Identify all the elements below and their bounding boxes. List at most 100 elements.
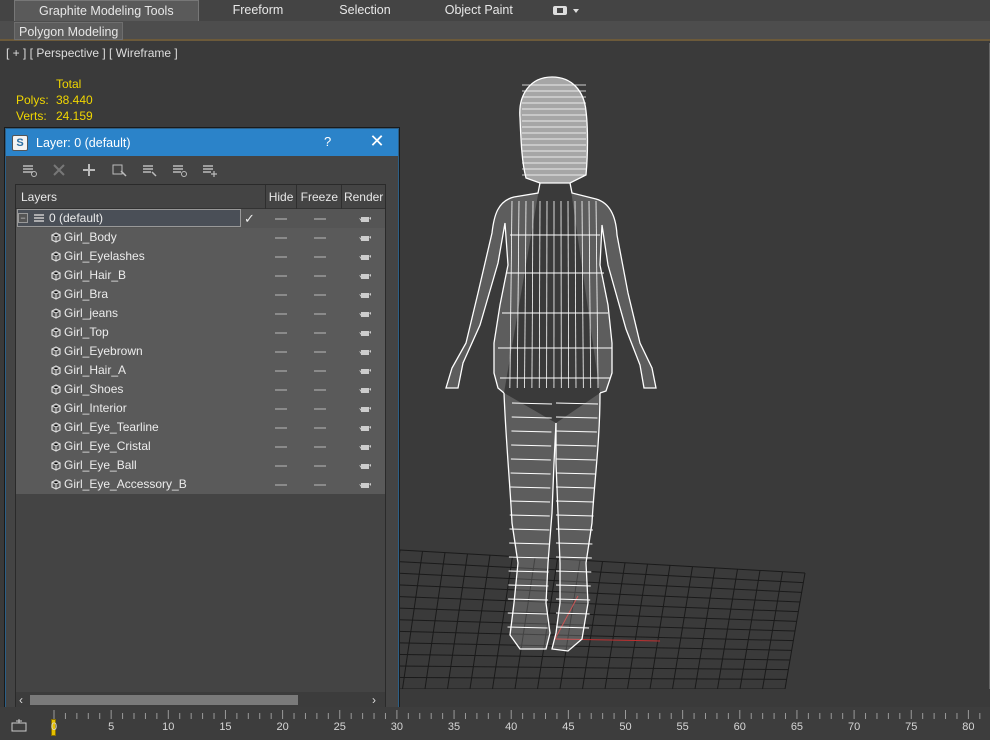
tab-selection[interactable]: Selection bbox=[325, 0, 404, 21]
render-teapot-icon[interactable] bbox=[359, 403, 372, 414]
scroll-right-arrow-icon[interactable]: › bbox=[372, 693, 376, 707]
highlight-layer-button[interactable] bbox=[136, 159, 162, 181]
render-teapot-icon[interactable] bbox=[359, 308, 372, 319]
freeze-toggle[interactable] bbox=[314, 313, 326, 315]
render-teapot-icon[interactable] bbox=[359, 422, 372, 433]
home-grid bbox=[379, 549, 806, 689]
column-layers[interactable]: Layers bbox=[16, 185, 266, 209]
viewport-label-menu[interactable]: [ + ] [ Perspective ] [ Wireframe ] bbox=[6, 46, 178, 60]
freeze-unfreeze-all-button[interactable] bbox=[196, 159, 222, 181]
add-to-layer-button[interactable] bbox=[76, 159, 102, 181]
render-teapot-icon[interactable] bbox=[359, 460, 372, 471]
hide-toggle[interactable] bbox=[275, 256, 287, 258]
tab-graphite-modeling-tools[interactable]: Graphite Modeling Tools bbox=[14, 0, 199, 21]
dialog-titlebar[interactable]: S Layer: 0 (default) ? ✕ bbox=[6, 129, 398, 156]
layer-object-row[interactable]: Girl_Eyelashes bbox=[16, 247, 385, 266]
hide-toggle[interactable] bbox=[275, 332, 287, 334]
timeline-track-bar[interactable]: 0 5 10 15 20 25 30 35 40 45 50 55 60 65 70 75 80 bbox=[0, 707, 990, 740]
render-teapot-icon[interactable] bbox=[359, 270, 372, 281]
freeze-toggle[interactable] bbox=[314, 465, 326, 467]
layer-name: 0 (default) bbox=[49, 211, 104, 225]
column-render[interactable]: Render bbox=[342, 185, 385, 209]
render-teapot-icon[interactable] bbox=[359, 365, 372, 376]
layer-object-row[interactable]: Girl_Eye_Ball bbox=[16, 456, 385, 475]
render-teapot-icon[interactable] bbox=[359, 213, 372, 224]
object-box-icon bbox=[51, 308, 61, 319]
freeze-toggle[interactable] bbox=[314, 408, 326, 410]
layer-object-row[interactable]: Girl_Shoes bbox=[16, 380, 385, 399]
polys-value: 38.440 bbox=[56, 93, 93, 107]
scrollbar-thumb[interactable] bbox=[30, 695, 298, 705]
collapse-toggle-icon[interactable]: − bbox=[18, 213, 28, 223]
render-teapot-icon[interactable] bbox=[359, 289, 372, 300]
hide-toggle[interactable] bbox=[275, 484, 287, 486]
hide-toggle[interactable] bbox=[275, 427, 287, 429]
hide-toggle[interactable] bbox=[275, 446, 287, 448]
hide-toggle[interactable] bbox=[275, 389, 287, 391]
freeze-toggle[interactable] bbox=[314, 446, 326, 448]
freeze-toggle[interactable] bbox=[314, 351, 326, 353]
select-objects-in-layer-button[interactable] bbox=[106, 159, 132, 181]
hide-toggle[interactable] bbox=[275, 313, 287, 315]
close-button[interactable]: ✕ bbox=[366, 131, 388, 151]
layer-object-row[interactable]: Girl_Bra bbox=[16, 285, 385, 304]
object-name: Girl_Shoes bbox=[64, 382, 124, 396]
tab-freeform[interactable]: Freeform bbox=[219, 0, 298, 21]
render-teapot-icon[interactable] bbox=[359, 327, 372, 338]
hide-toggle[interactable] bbox=[275, 237, 287, 239]
horizontal-scrollbar[interactable]: ‹ › bbox=[16, 692, 385, 708]
hide-unhide-all-button[interactable] bbox=[166, 159, 192, 181]
torso-vertical-edge bbox=[538, 200, 541, 389]
delete-layer-button[interactable] bbox=[46, 159, 72, 181]
current-layer-check-icon[interactable]: ✓ bbox=[244, 209, 255, 228]
render-teapot-icon[interactable] bbox=[359, 232, 372, 243]
layer-object-row[interactable]: Girl_Interior bbox=[16, 399, 385, 418]
help-button[interactable]: ? bbox=[324, 134, 331, 149]
polygon-modeling-button[interactable]: Polygon Modeling bbox=[14, 22, 124, 40]
freeze-toggle[interactable] bbox=[314, 218, 326, 220]
column-freeze[interactable]: Freeze bbox=[297, 185, 343, 209]
ribbon-options-dropdown[interactable] bbox=[552, 6, 579, 15]
layer-select-button[interactable] bbox=[16, 159, 42, 181]
layer-object-row[interactable]: Girl_jeans bbox=[16, 304, 385, 323]
layer-object-row[interactable]: Girl_Top bbox=[16, 323, 385, 342]
object-box-icon bbox=[51, 346, 61, 357]
freeze-toggle[interactable] bbox=[314, 237, 326, 239]
freeze-toggle[interactable] bbox=[314, 370, 326, 372]
layer-object-row[interactable]: Girl_Eye_Tearline bbox=[16, 418, 385, 437]
render-teapot-icon[interactable] bbox=[359, 441, 372, 452]
layer-object-row[interactable]: Girl_Hair_B bbox=[16, 266, 385, 285]
scroll-left-arrow-icon[interactable]: ‹ bbox=[19, 693, 23, 707]
column-hide[interactable]: Hide bbox=[266, 185, 298, 209]
tab-object-paint[interactable]: Object Paint bbox=[431, 0, 527, 21]
freeze-toggle[interactable] bbox=[314, 275, 326, 277]
hide-toggle[interactable] bbox=[275, 294, 287, 296]
timeline-tick-label: 65 bbox=[790, 721, 804, 733]
layer-object-row[interactable]: Girl_Eye_Cristal bbox=[16, 437, 385, 456]
layer-row-default[interactable]: − 0 (default) ✓ bbox=[16, 209, 385, 228]
hide-toggle[interactable] bbox=[275, 218, 287, 220]
hide-toggle[interactable] bbox=[275, 351, 287, 353]
object-box-icon bbox=[51, 441, 61, 452]
key-filter-icon[interactable] bbox=[10, 717, 28, 735]
freeze-toggle[interactable] bbox=[314, 256, 326, 258]
freeze-toggle[interactable] bbox=[314, 294, 326, 296]
render-teapot-icon[interactable] bbox=[359, 251, 372, 262]
hide-toggle[interactable] bbox=[275, 465, 287, 467]
layer-object-row[interactable]: Girl_Eye_Accessory_B bbox=[16, 475, 385, 494]
render-teapot-icon[interactable] bbox=[359, 384, 372, 395]
hide-toggle[interactable] bbox=[275, 275, 287, 277]
freeze-toggle[interactable] bbox=[314, 389, 326, 391]
freeze-toggle[interactable] bbox=[314, 427, 326, 429]
hide-toggle[interactable] bbox=[275, 408, 287, 410]
freeze-toggle[interactable] bbox=[314, 332, 326, 334]
timeline-tick-label: 30 bbox=[390, 721, 404, 733]
layer-object-row[interactable]: Girl_Hair_A bbox=[16, 361, 385, 380]
layer-object-row[interactable]: Girl_Body bbox=[16, 228, 385, 247]
render-teapot-icon[interactable] bbox=[359, 346, 372, 357]
layer-object-row[interactable]: Girl_Eyebrown bbox=[16, 342, 385, 361]
render-teapot-icon[interactable] bbox=[359, 479, 372, 490]
layer-stack-icon bbox=[34, 214, 44, 222]
freeze-toggle[interactable] bbox=[314, 484, 326, 486]
hide-toggle[interactable] bbox=[275, 370, 287, 372]
